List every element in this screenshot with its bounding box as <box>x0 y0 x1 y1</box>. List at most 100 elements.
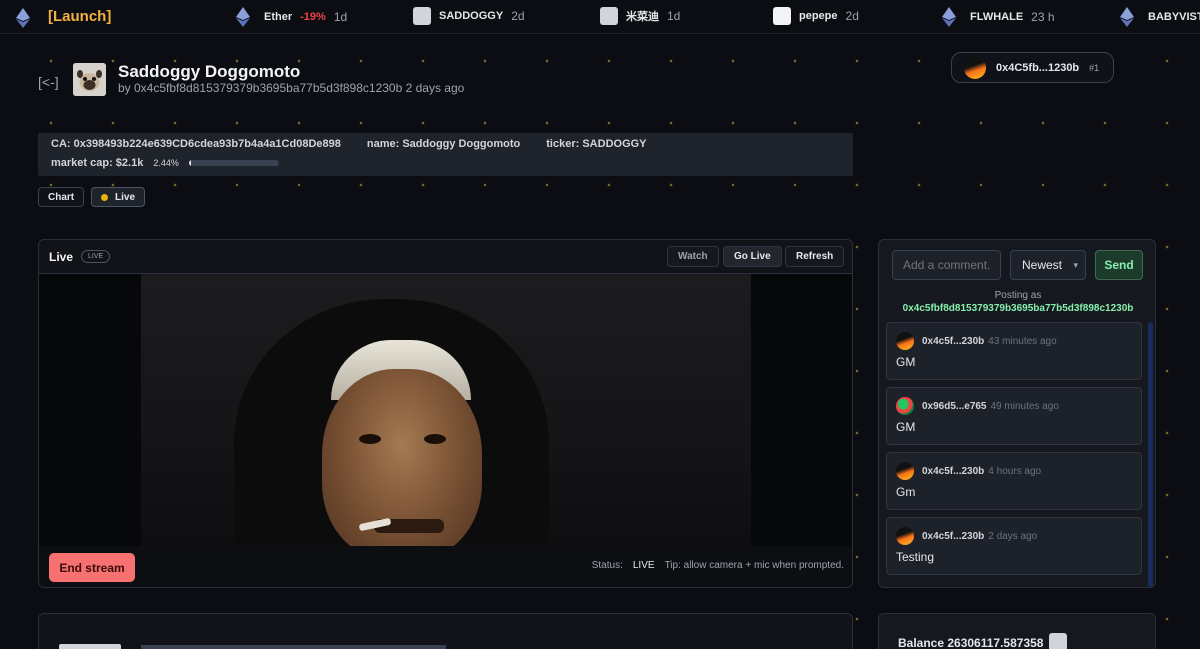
ticker-item-saddoggy[interactable]: SADDOGGY 2d <box>413 7 525 25</box>
ticker-item-pepepe[interactable]: pepepe 2d <box>773 7 859 25</box>
go-live-button[interactable]: Go Live <box>723 246 782 267</box>
watch-button[interactable]: Watch <box>667 246 719 267</box>
balance-panel: Balance 26306117.587358 <box>878 613 1156 649</box>
pug-icon <box>73 63 106 96</box>
ticker-name: BABYVISTA <box>1148 11 1200 23</box>
ticker-name: FLWHALE <box>970 11 1024 23</box>
token-ticker-field: ticker: SADDOGGY <box>546 138 647 150</box>
balance-label: Balance 26306117.587358 <box>898 636 1044 649</box>
ticker-item-babyvista[interactable]: BABYVISTA <box>1120 7 1200 27</box>
live-panel-footer: End stream Status: LIVE Tip: allow camer… <box>39 546 852 587</box>
video-eye <box>359 434 381 444</box>
posting-as-address: 0x4c5fbf8d815379379b3695ba77b5d3f898c123… <box>902 303 1134 314</box>
comment-item: 0x4c5f...230b 2 days ago Testing <box>886 517 1142 575</box>
comment-item: 0x4c5f...230b 43 minutes ago GM <box>886 322 1142 380</box>
comment-text: GM <box>896 355 916 369</box>
comment-time: 4 hours ago <box>988 466 1042 477</box>
commenter-avatar <box>896 462 914 480</box>
wallet-button[interactable]: 0x4C5fb...1230b #1 <box>951 52 1114 83</box>
end-stream-button[interactable]: End stream <box>49 553 135 582</box>
send-comment-button[interactable]: Send <box>1095 250 1143 280</box>
comment-item: 0x4c5f...230b 4 hours ago Gm <box>886 452 1142 510</box>
posting-as-label: Posting as <box>994 290 1042 301</box>
comment-time: 2 days ago <box>988 531 1038 542</box>
live-panel-header: Live LIVE Watch Go Live Refresh <box>39 240 852 274</box>
token-image <box>600 7 618 25</box>
ticker-age: 1d <box>333 10 348 24</box>
live-dot-icon <box>101 193 108 201</box>
token-info-bar: CA: 0x398493b224e639CD6cdea93b7b4a4a1Cd0… <box>38 133 853 176</box>
tab-live-label: Live <box>115 191 136 203</box>
comment-sort-select[interactable]: Newest ▾ <box>1010 250 1086 280</box>
commenter-address[interactable]: 0x96d5...e765 <box>922 401 987 412</box>
ticker-item-flwhale[interactable]: FLWHALE 23 h <box>942 7 1055 27</box>
eth-icon <box>16 8 30 28</box>
comment-sort-value: Newest <box>1022 258 1063 272</box>
back-button[interactable]: [<-] <box>38 74 59 90</box>
live-stream-panel: Live LIVE Watch Go Live Refresh End stre… <box>38 239 853 588</box>
market-cap: market cap: $2.1k <box>51 157 144 169</box>
token-creator-line: by 0x4c5fbf8d815379379b3695ba77b5d3f898c… <box>118 81 465 95</box>
launch-link[interactable]: [Launch] <box>48 8 111 25</box>
bonding-progress-bar <box>188 160 279 166</box>
wallet-avatar <box>964 56 986 79</box>
bonding-progress-fill <box>188 160 192 166</box>
eth-icon <box>1120 7 1134 27</box>
comment-item: 0x96d5...e765 49 minutes ago GM <box>886 387 1142 445</box>
token-image <box>413 7 431 25</box>
status-label: Status: <box>591 560 623 571</box>
bottom-panel-bar <box>141 645 446 649</box>
wallet-rank: #1 <box>1089 62 1100 73</box>
ticker-age: 1d <box>667 9 681 23</box>
token-avatar <box>73 63 106 96</box>
eth-icon <box>236 7 250 27</box>
ticker-item-3[interactable]: 米菜迪 1d <box>600 7 680 25</box>
tab-chart[interactable]: Chart <box>38 187 85 207</box>
ticker-change: -19% <box>300 11 326 23</box>
ticker-name: pepepe <box>799 10 838 22</box>
eth-icon <box>942 7 956 27</box>
ticker-name: 米菜迪 <box>626 11 659 23</box>
ticker-name: SADDOGGY <box>439 10 504 22</box>
comment-text: Gm <box>896 485 916 499</box>
commenter-avatar <box>896 527 914 545</box>
comment-text: Testing <box>896 550 935 564</box>
ticker-age: 23 h <box>1031 10 1055 24</box>
commenter-address[interactable]: 0x4c5f...230b <box>922 531 984 542</box>
stream-tip: Tip: allow camera + mic when prompted. <box>664 560 844 571</box>
comment-list: 0x4c5f...230b 43 minutes ago GM 0x96d5...… <box>886 322 1142 582</box>
commenter-address[interactable]: 0x4c5f...230b <box>922 336 984 347</box>
live-badge: LIVE <box>81 250 111 263</box>
bottom-panel-image <box>59 644 121 649</box>
token-name-field: name: Saddoggy Doggomoto <box>366 138 521 150</box>
ticker-age: 2d <box>511 9 525 23</box>
token-image <box>1049 633 1067 649</box>
comments-panel: Newest ▾ Send Posting as 0x4c5fbf8d81537… <box>878 239 1156 588</box>
tab-live[interactable]: Live <box>91 187 146 207</box>
stream-status: Status: LIVE Tip: allow camera + mic whe… <box>592 560 844 571</box>
bonding-progress-pct: 2.44% <box>153 158 179 168</box>
comment-input[interactable] <box>892 250 1001 280</box>
commenter-avatar <box>896 397 914 415</box>
commenter-avatar <box>896 332 914 350</box>
token-image <box>773 7 791 25</box>
comment-scrollbar[interactable] <box>1148 322 1153 587</box>
live-title: Live <box>49 249 74 264</box>
chevron-down-icon: ▾ <box>1073 260 1078 270</box>
commenter-address[interactable]: 0x4c5f...230b <box>922 466 984 477</box>
ticker-bar: [Launch] Ether -19% 1d SADDOGGY 2d 米菜迪 1… <box>0 0 1200 34</box>
ticker-item-ether[interactable]: Ether -19% 1d <box>236 7 347 27</box>
video-feed[interactable] <box>39 274 852 546</box>
token-title: Saddoggy Doggomoto <box>118 62 301 81</box>
video-eye <box>424 434 446 444</box>
ticker-name: Ether <box>264 11 293 23</box>
refresh-button[interactable]: Refresh <box>785 246 845 267</box>
wallet-address: 0x4C5fb...1230b <box>996 61 1080 74</box>
ticker-age: 2d <box>845 9 859 23</box>
comment-time: 49 minutes ago <box>990 401 1059 412</box>
contract-address[interactable]: CA: 0x398493b224e639CD6cdea93b7b4a4a1Cd0… <box>51 138 341 150</box>
bottom-panel <box>38 613 853 649</box>
comment-text: GM <box>896 420 916 434</box>
status-value: LIVE <box>632 560 655 571</box>
comment-time: 43 minutes ago <box>988 336 1057 347</box>
